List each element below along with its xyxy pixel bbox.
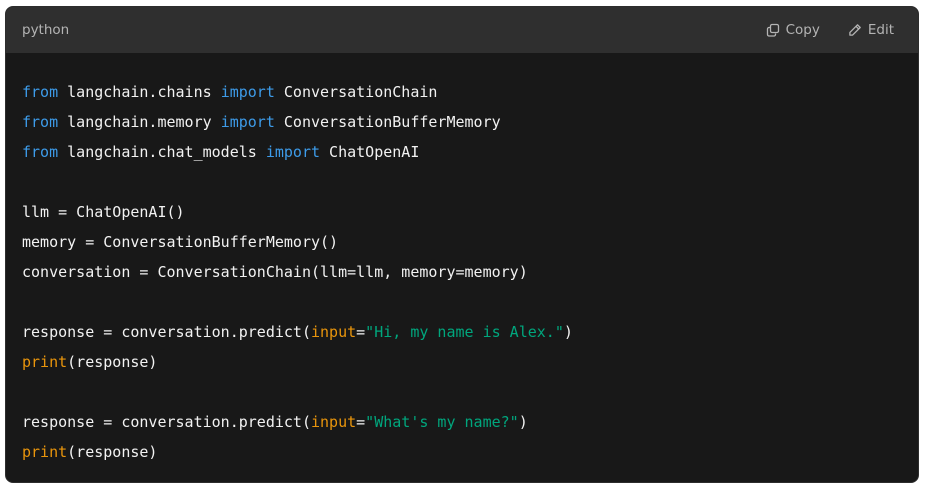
code-token: input [310,413,357,431]
language-label: python [22,22,70,38]
code-token: from [22,83,59,101]
code-token: import [220,83,275,101]
code-token: memory = ConversationBufferMemory() [22,233,339,251]
code-token: (response) [67,443,158,461]
code-line: print(response) [22,347,902,377]
code-token: llm = ChatOpenAI() [22,203,185,221]
code-token: langchain.chat_models [58,143,266,161]
code-token: input [310,323,357,341]
pencil-icon [848,23,862,37]
code-line: memory = ConversationBufferMemory() [22,227,902,257]
code-line: response = conversation.predict(input="W… [22,407,902,437]
code-token: print [22,443,68,461]
code-line: print(response) [22,437,902,467]
code-line: response = conversation.predict(input="H… [22,317,902,347]
code-token: from [22,113,59,131]
code-token: conversation = ConversationChain(llm=llm… [22,263,528,281]
code-actions: Copy Edit [766,22,894,38]
code-token: response = conversation.predict( [22,413,311,431]
code-token: import [220,113,275,131]
code-token: ) [563,323,573,341]
edit-label: Edit [867,22,894,38]
copy-icon [766,23,780,37]
code-line: from langchain.memory import Conversatio… [22,107,902,137]
code-line: from langchain.chains import Conversatio… [22,77,902,107]
code-token: "What's my name?" [365,413,519,431]
code-token: ConversationChain [274,83,438,101]
copy-button[interactable]: Copy [766,22,820,38]
code-token: = [356,323,366,341]
code-token: langchain.chains [58,83,221,101]
edit-button[interactable]: Edit [848,22,894,38]
code-token: print [22,353,68,371]
code-token: langchain.memory [58,113,221,131]
copy-label: Copy [785,22,820,38]
code-token: ConversationBufferMemory [274,113,501,131]
code-token: import [265,143,321,161]
code-token: response = conversation.predict( [22,323,311,341]
code-token: "Hi, my name is Alex." [365,323,564,341]
code-token: (response) [67,353,158,371]
code-line: conversation = ConversationChain(llm=llm… [22,257,902,287]
code-line: llm = ChatOpenAI() [22,197,902,227]
code-header: python Copy Edit [6,7,918,53]
code-line: from langchain.chat_models import ChatOp… [22,137,902,167]
code-token: ) [518,413,528,431]
code-block: python Copy Edit from langchain.chains i… [5,6,919,483]
code-token: ChatOpenAI [320,143,420,161]
code-token: from [22,143,59,161]
code-token: = [356,413,366,431]
code-body: from langchain.chains import Conversatio… [6,53,918,467]
